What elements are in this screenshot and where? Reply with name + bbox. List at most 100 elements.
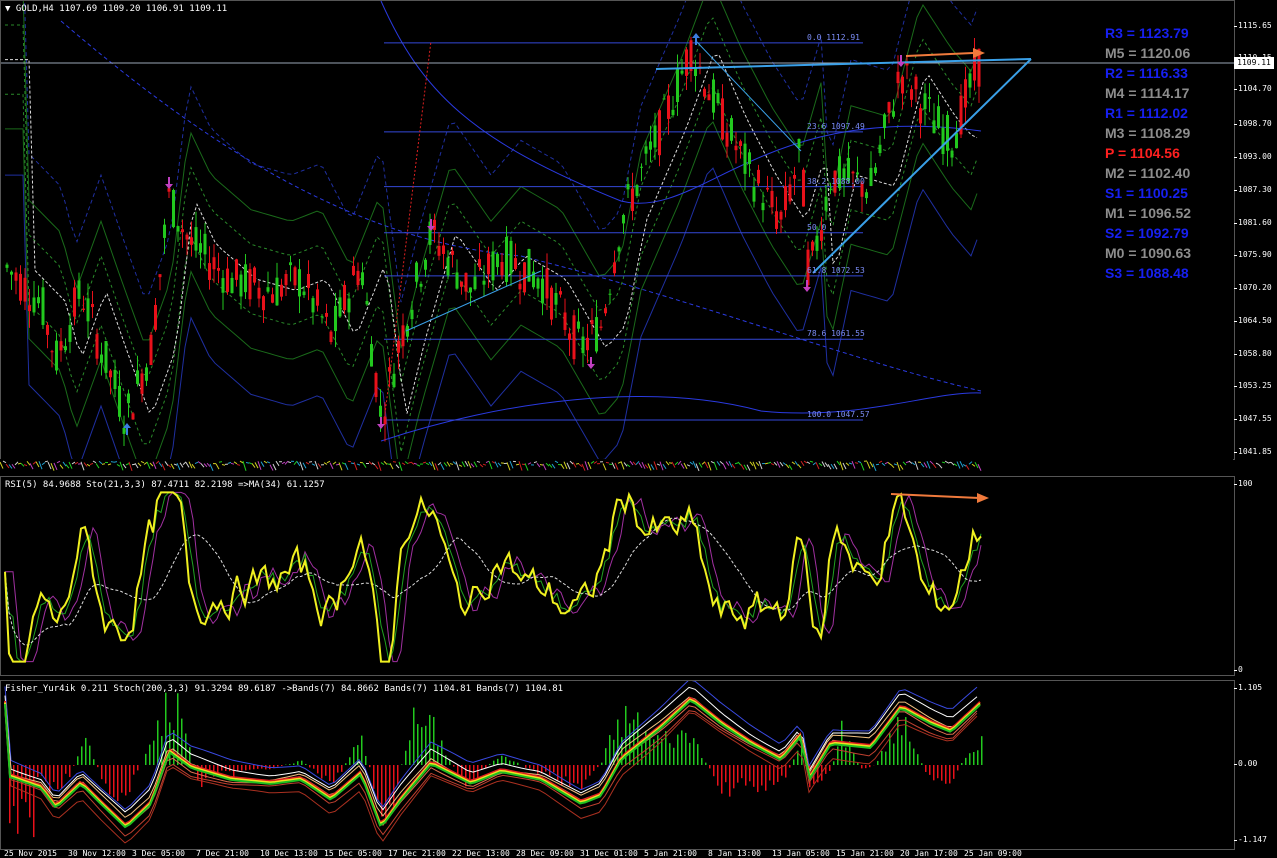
- strip-trace: [462, 462, 465, 467]
- strip-trace: [126, 463, 129, 464]
- strip-trace: [423, 462, 426, 463]
- strip-trace: [474, 462, 477, 467]
- strip-trace: [456, 461, 459, 470]
- fisher-histogram-bar: [609, 735, 611, 765]
- strip-trace: [90, 463, 93, 464]
- strip-trace: [972, 464, 975, 466]
- fisher-histogram-bar: [429, 715, 431, 765]
- candle-body: [573, 315, 576, 359]
- fisher-histogram-bar: [293, 763, 295, 765]
- strip-trace: [156, 461, 159, 464]
- candle-body: [627, 184, 630, 189]
- strip-trace: [648, 463, 651, 470]
- strip-trace: [375, 465, 378, 469]
- rsi-canvas[interactable]: [1, 477, 1234, 675]
- strip-trace: [411, 462, 414, 464]
- strip-trace: [258, 461, 261, 470]
- fisher-histogram-bar: [725, 765, 727, 782]
- strip-trace: [480, 464, 483, 467]
- strip-trace: [882, 463, 885, 465]
- candle-body: [640, 167, 643, 168]
- fractal-down-arrow-icon: [587, 357, 595, 369]
- candle-body: [649, 141, 652, 149]
- candle-body: [33, 297, 36, 312]
- fisher-histogram-bar: [981, 736, 983, 765]
- candle-body: [942, 128, 945, 154]
- candle-body: [172, 190, 175, 227]
- candle-body: [658, 110, 661, 155]
- strip-trace: [924, 463, 927, 468]
- candle-body: [298, 269, 301, 296]
- fisher-histogram-bar: [137, 765, 139, 770]
- candle-body: [411, 310, 414, 319]
- candle-body: [199, 243, 202, 252]
- fisher-histogram-bar: [973, 752, 975, 765]
- candle-body: [717, 93, 720, 103]
- fisher-histogram-bar: [581, 765, 583, 789]
- strip-trace: [195, 462, 198, 463]
- price-chart-canvas[interactable]: [1, 1, 1234, 459]
- candle-body: [775, 211, 778, 229]
- strip-trace: [75, 462, 78, 464]
- strip-trace: [549, 464, 552, 467]
- strip-trace: [111, 462, 114, 463]
- strip-trace: [495, 462, 498, 468]
- strip-trace: [840, 462, 843, 471]
- strip-trace: [738, 462, 741, 465]
- fisher-histogram-bar: [113, 765, 115, 797]
- candle-body: [595, 317, 598, 351]
- fisher-histogram-bar: [145, 754, 147, 765]
- fisher-histogram-bar: [661, 739, 663, 765]
- fisher-histogram-bar: [925, 765, 927, 772]
- strip-trace: [573, 462, 576, 467]
- blue-regression-curve: [381, 1, 981, 203]
- strip-trace: [477, 461, 480, 462]
- price-chart-pane[interactable]: ▼ GOLD,H4 1107.69 1109.20 1106.91 1109.1…: [0, 0, 1235, 460]
- strip-trace: [654, 461, 657, 469]
- strip-trace: [390, 463, 393, 469]
- strip-trace: [552, 464, 555, 468]
- strip-trace: [345, 463, 348, 470]
- strip-trace: [594, 462, 597, 464]
- fisher-histogram-bar: [229, 765, 231, 771]
- candle-body: [937, 106, 940, 128]
- strip-trace: [714, 462, 717, 470]
- strip-trace: [489, 461, 492, 469]
- strip-trace: [957, 462, 960, 469]
- strip-trace: [906, 462, 909, 463]
- candle-body: [316, 289, 319, 305]
- strip-trace: [255, 462, 258, 468]
- candle-body: [523, 262, 526, 292]
- candle-body: [388, 367, 391, 371]
- strip-trace: [450, 464, 453, 465]
- candle-body: [802, 170, 805, 207]
- candle-body: [195, 227, 198, 250]
- fisher-canvas[interactable]: [1, 681, 1234, 849]
- rsi-pane[interactable]: RSI(5) 84.9688 Sto(21,3,3) 87.4711 82.21…: [0, 476, 1235, 676]
- fisher-histogram-bar: [929, 765, 931, 775]
- strip-trace: [567, 463, 570, 469]
- strip-trace: [765, 463, 768, 464]
- strip-trace: [798, 464, 801, 468]
- candle-body: [267, 287, 270, 291]
- strip-trace: [60, 465, 63, 469]
- fisher-histogram-bar: [685, 733, 687, 765]
- candle-body: [681, 71, 684, 74]
- strip-trace: [432, 462, 435, 470]
- fisher-histogram-bar: [705, 763, 707, 765]
- candle-body: [307, 274, 310, 288]
- strip-trace: [162, 464, 165, 470]
- strip-trace: [912, 463, 915, 465]
- dropdown-triangle-icon[interactable]: ▼: [5, 4, 10, 14]
- candle-body: [708, 94, 711, 100]
- strip-trace: [141, 461, 144, 462]
- strip-trace: [471, 464, 474, 468]
- fisher-pane[interactable]: Fisher_Yur4ik 0.211 Stoch(200,3,3) 91.32…: [0, 680, 1235, 850]
- candle-body: [82, 309, 85, 310]
- fisher-histogram-bar: [701, 758, 703, 765]
- fisher-histogram-bar: [493, 761, 495, 765]
- strip-trace: [861, 463, 864, 470]
- fibonacci-level-label: 100.0 1047.57: [807, 410, 870, 419]
- fisher-histogram-bar: [517, 763, 519, 765]
- pivot-level: M5 = 1120.06: [1105, 43, 1191, 63]
